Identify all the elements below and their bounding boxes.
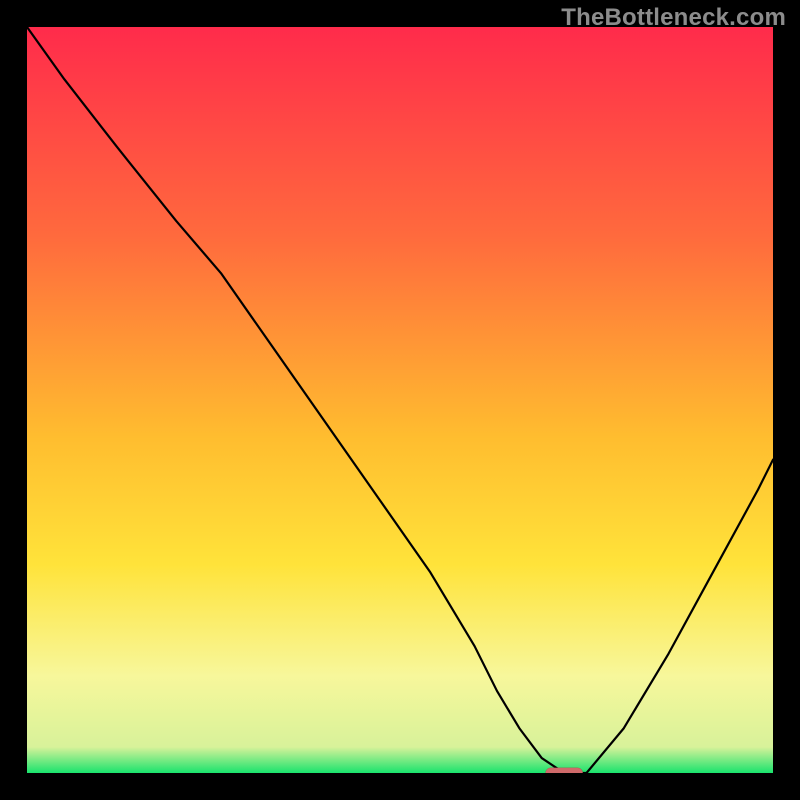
optimal-marker [545, 768, 582, 773]
plot-area [27, 27, 773, 773]
chart-svg [27, 27, 773, 773]
chart-frame: TheBottleneck.com [0, 0, 800, 800]
gradient-rect [27, 27, 773, 773]
